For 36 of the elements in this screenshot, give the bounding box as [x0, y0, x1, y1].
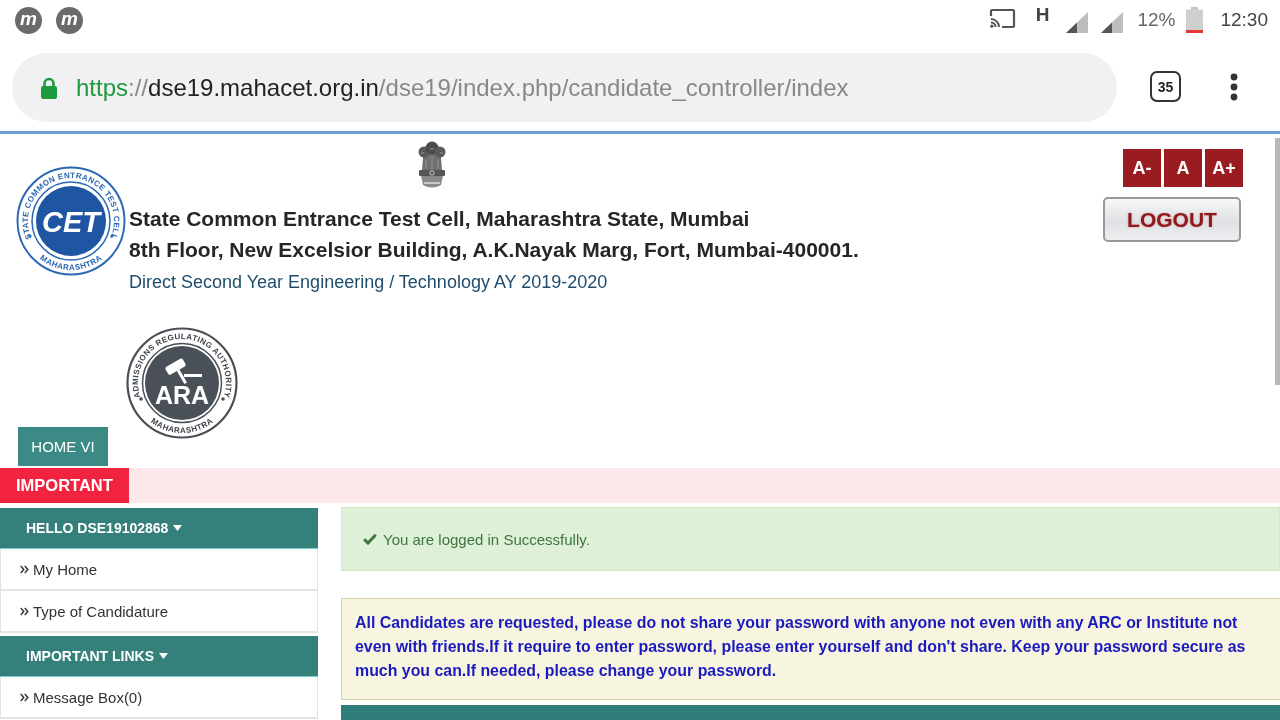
header-title: State Common Entrance Test Cell, Maharashtra State, Mumbai [129, 205, 751, 232]
signal-icon [1065, 10, 1090, 34]
sidebar-link[interactable]: Message Box(0) [0, 677, 318, 719]
app-notification-icon: m [15, 6, 42, 34]
font-size-button[interactable]: A [1164, 149, 1202, 187]
caret-icon [159, 653, 169, 659]
header-subtitle: Direct Second Year Engineering / Technology AY 2019-2020 [129, 271, 609, 294]
clock-time: 12:30 [1220, 9, 1268, 31]
chevrons-icon [20, 564, 29, 574]
scrollbar-thumb[interactable] [1275, 138, 1280, 385]
sidebar-section-header[interactable]: IMPORTANT LINKS [0, 636, 318, 677]
alert-message: You are logged in Successfully. [383, 530, 590, 548]
sidebar-link[interactable]: My Home [0, 549, 318, 591]
battery-percent: 12% [1137, 9, 1176, 31]
sidebar-section-header[interactable]: HELLO DSE19102868 [0, 508, 318, 549]
font-size-button[interactable]: A- [1123, 149, 1161, 187]
menu-icon[interactable] [1230, 73, 1238, 101]
font-size-button[interactable]: A+ [1205, 149, 1243, 187]
check-icon [363, 533, 377, 545]
caret-icon [173, 525, 183, 531]
home-tab[interactable]: HOME VI [18, 427, 108, 466]
chevrons-icon [20, 692, 29, 702]
battery-icon [1186, 7, 1204, 33]
cast-icon [987, 8, 1016, 30]
network-type-label: H [1035, 4, 1050, 26]
app-notification-icon: m [56, 6, 83, 34]
tab-count-button[interactable]: 35 [1150, 71, 1181, 102]
logout-button[interactable]: LOGOUT [1103, 197, 1241, 242]
header-title: 8th Floor, New Excelsior Building, A.K.Nayak Marg, Fort, Mumbai-400001. [129, 236, 860, 263]
address-bar[interactable]: https://dse19.mahacet.org.in/dse19/index.php/candidate_controller/index [12, 53, 1117, 122]
chevrons-icon [20, 606, 29, 616]
signal-icon [1100, 10, 1125, 34]
sidebar-link[interactable]: Type of Candidature [0, 591, 318, 633]
lock-icon [40, 76, 58, 99]
important-label: IMPORTANT [0, 468, 129, 503]
notice-text: All Candidates are requested, please do not share your password with anyone not even with any ARC or Institute not even with friends.If it require to enter password, please enter yourself and don't share. Keep your password secure as much you can.If needed, please change your password. [355, 613, 1247, 681]
